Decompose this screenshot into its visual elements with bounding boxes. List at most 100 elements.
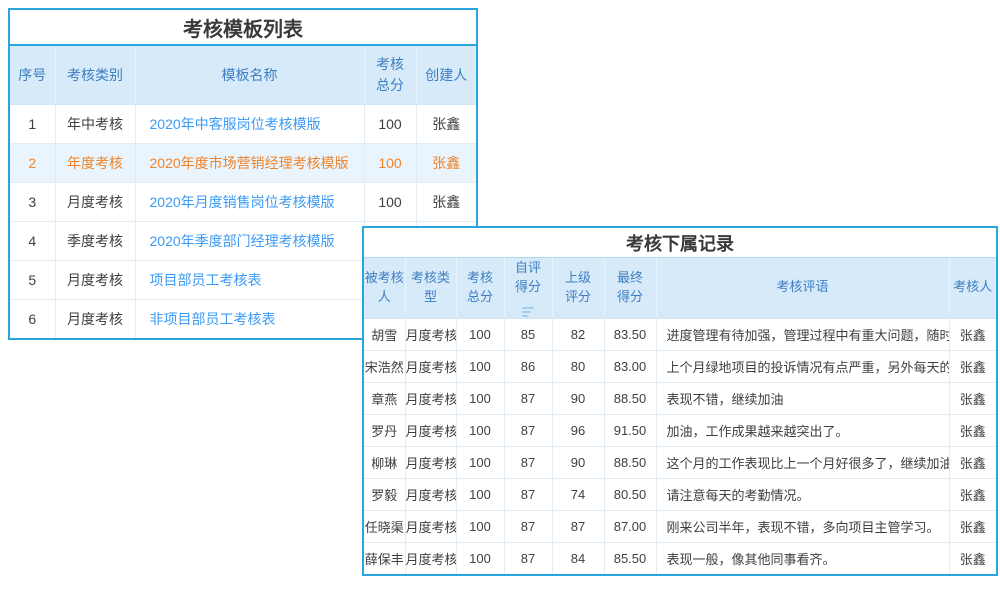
record-cell-final: 88.50	[604, 382, 656, 414]
column-header-label: 创建人	[425, 67, 467, 83]
record-cell-self: 87	[504, 382, 552, 414]
template-cell-category: 月度考核	[55, 299, 135, 338]
column-header-7: 考核人	[949, 258, 996, 318]
record-cell-final: 88.50	[604, 446, 656, 478]
column-header-label: 最终 得分	[617, 270, 643, 304]
record-cell-name: 薛保丰	[364, 542, 405, 574]
column-header-label: 考核类别	[67, 67, 123, 83]
record-cell-self: 87	[504, 478, 552, 510]
record-cell-superior: 87	[552, 510, 604, 542]
table-row[interactable]: 2年度考核2020年度市场营销经理考核模版100张鑫	[10, 143, 476, 182]
template-cell-category: 月度考核	[55, 260, 135, 299]
record-cell-self: 87	[504, 542, 552, 574]
record-cell-assessor: 张鑫	[949, 510, 996, 542]
table-row: 任晓渠月度考核100878787.00刚来公司半年，表现不错，多向项目主管学习。…	[364, 510, 996, 542]
record-cell-name: 柳琳	[364, 446, 405, 478]
column-header-6: 考核评语	[656, 258, 949, 318]
record-cell-self: 87	[504, 446, 552, 478]
template-table-header-row: 序号考核类别模板名称考核 总分创建人	[10, 46, 476, 104]
record-cell-comment: 请注意每天的考勤情况。	[656, 478, 949, 510]
template-cell-score: 100	[364, 143, 416, 182]
record-cell-type: 月度考核	[405, 510, 456, 542]
record-cell-name: 罗丹	[364, 414, 405, 446]
template-cell-name: 项目部员工考核表	[135, 260, 364, 299]
template-table-title: 考核模板列表	[10, 10, 476, 46]
records-table-header-row: 被考核 人考核类型考核 总分自评 得分上级 评分最终 得分 考核评语 考核人	[364, 258, 996, 318]
record-cell-comment: 这个月的工作表现比上一个月好很多了，继续加油！	[656, 446, 949, 478]
column-header-0: 序号	[10, 46, 55, 104]
record-cell-type: 月度考核	[405, 542, 456, 574]
record-cell-superior: 90	[552, 382, 604, 414]
template-cell-score: 100	[364, 104, 416, 143]
record-cell-type: 月度考核	[405, 414, 456, 446]
template-name-link[interactable]: 非项目部员工考核表	[150, 311, 276, 327]
column-header-3: 考核 总分	[364, 46, 416, 104]
template-cell-name: 2020年中客服岗位考核模版	[135, 104, 364, 143]
column-header-2: 考核 总分	[456, 258, 504, 318]
record-cell-assessor: 张鑫	[949, 318, 996, 350]
column-header-label: 考核评语	[776, 279, 828, 294]
record-cell-final: 85.50	[604, 542, 656, 574]
column-header-5: 最终 得分	[604, 258, 656, 318]
template-name-link[interactable]: 2020年季度部门经理考核模版	[150, 233, 335, 249]
column-header-label: 考核类型	[411, 270, 450, 304]
sort-icon[interactable]	[522, 307, 534, 317]
template-cell-creator: 张鑫	[416, 143, 476, 182]
column-header-label: 序号	[18, 67, 46, 83]
record-cell-self: 85	[504, 318, 552, 350]
template-cell-category: 年中考核	[55, 104, 135, 143]
column-header-label: 考核 总分	[467, 270, 493, 304]
record-cell-name: 罗毅	[364, 478, 405, 510]
records-table-title: 考核下属记录	[364, 228, 996, 258]
template-name-link[interactable]: 2020年度市场营销经理考核模版	[150, 155, 349, 171]
record-cell-type: 月度考核	[405, 318, 456, 350]
record-cell-comment: 加油，工作成果越来越突出了。	[656, 414, 949, 446]
record-cell-total: 100	[456, 350, 504, 382]
template-cell-name: 非项目部员工考核表	[135, 299, 364, 338]
table-row: 柳琳月度考核100879088.50这个月的工作表现比上一个月好很多了，继续加油…	[364, 446, 996, 478]
template-cell-category: 月度考核	[55, 182, 135, 221]
record-cell-comment: 表现不错，继续加油	[656, 382, 949, 414]
template-cell-score: 100	[364, 182, 416, 221]
record-cell-superior: 90	[552, 446, 604, 478]
template-name-link[interactable]: 2020年月度销售岗位考核模版	[150, 194, 335, 210]
record-cell-name: 胡雪	[364, 318, 405, 350]
table-row[interactable]: 1年中考核 2020年中客服岗位考核模版 100张鑫	[10, 104, 476, 143]
record-cell-assessor: 张鑫	[949, 414, 996, 446]
record-cell-type: 月度考核	[405, 478, 456, 510]
records-table-panel: 考核下属记录 被考核 人考核类型考核 总分自评 得分上级 评分最终 得分 考核评语…	[362, 226, 998, 576]
record-cell-final: 83.50	[604, 318, 656, 350]
record-cell-name: 章燕	[364, 382, 405, 414]
template-cell-creator: 张鑫	[416, 104, 476, 143]
record-cell-final: 87.00	[604, 510, 656, 542]
column-header-1: 考核类型	[405, 258, 456, 318]
record-cell-type: 月度考核	[405, 350, 456, 382]
table-row[interactable]: 3月度考核2020年月度销售岗位考核模版100张鑫	[10, 182, 476, 221]
template-cell-no: 5	[10, 260, 55, 299]
table-row: 胡雪月度考核100858283.50进度管理有待加强，管理过程中有重大问题，随时…	[364, 318, 996, 350]
record-cell-assessor: 张鑫	[949, 446, 996, 478]
record-cell-total: 100	[456, 382, 504, 414]
template-name-link[interactable]: 2020年中客服岗位考核模版	[150, 116, 321, 132]
record-cell-superior: 84	[552, 542, 604, 574]
record-cell-self: 87	[504, 510, 552, 542]
record-cell-name: 宋浩然	[364, 350, 405, 382]
record-cell-superior: 82	[552, 318, 604, 350]
template-cell-no: 4	[10, 221, 55, 260]
column-header-4: 创建人	[416, 46, 476, 104]
record-cell-total: 100	[456, 478, 504, 510]
record-cell-comment: 表现一般，像其他同事看齐。	[656, 542, 949, 574]
template-cell-category: 季度考核	[55, 221, 135, 260]
record-cell-type: 月度考核	[405, 382, 456, 414]
template-name-link[interactable]: 项目部员工考核表	[150, 272, 262, 288]
record-cell-final: 83.00	[604, 350, 656, 382]
column-header-3[interactable]: 自评 得分	[504, 258, 552, 318]
record-cell-comment: 上个月绿地项目的投诉情况有点严重，另外每天的...	[656, 350, 949, 382]
record-cell-total: 100	[456, 414, 504, 446]
record-cell-assessor: 张鑫	[949, 478, 996, 510]
column-header-0: 被考核 人	[364, 258, 405, 318]
template-cell-no: 1	[10, 104, 55, 143]
column-header-4: 上级 评分	[552, 258, 604, 318]
record-cell-comment: 进度管理有待加强，管理过程中有重大问题，随时...	[656, 318, 949, 350]
template-cell-name: 2020年月度销售岗位考核模版	[135, 182, 364, 221]
